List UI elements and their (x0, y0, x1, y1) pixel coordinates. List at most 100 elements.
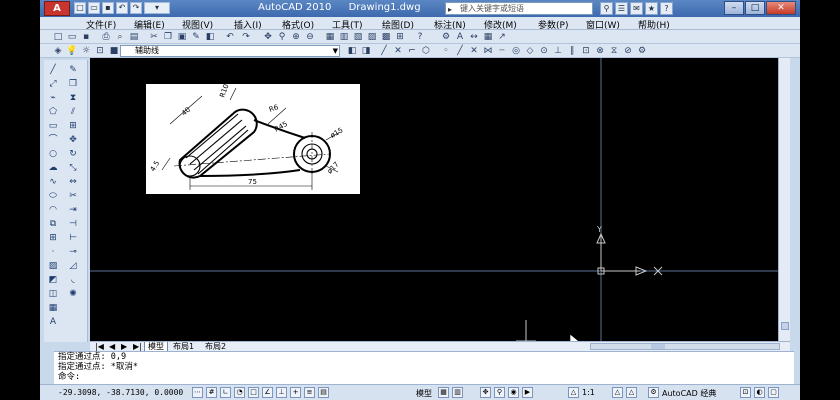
workspace-switch-icon[interactable]: ⚙ (648, 387, 659, 398)
explode-icon[interactable]: ✺ (66, 288, 80, 301)
isolate-objects-icon[interactable]: ◐ (754, 387, 765, 398)
copy-object-icon[interactable]: ❐ (66, 78, 80, 91)
ortho-toggle[interactable]: ∟ (220, 387, 231, 398)
move-icon[interactable]: ✥ (66, 134, 80, 147)
draw-ellipse-icon[interactable]: ⬭ (46, 190, 60, 203)
mirror-icon[interactable]: ⧗ (66, 92, 80, 105)
draw-spline-icon[interactable]: ∿ (46, 176, 60, 189)
snap-perpendicular-icon[interactable]: ⊥ (552, 45, 564, 57)
communication-icon[interactable]: ✉ (630, 2, 643, 15)
trim-icon[interactable]: ✂ (66, 190, 80, 203)
draw-polygon-icon[interactable]: ⬠ (46, 106, 60, 119)
erase-icon[interactable]: ✎ (66, 64, 80, 77)
offset-icon[interactable]: ⫽ (66, 106, 80, 119)
binoculars-icon[interactable]: ⚲ (600, 2, 613, 15)
draw-line-icon[interactable]: ╱ (46, 64, 60, 77)
drawing-canvas[interactable]: Y R10 R6 40 R45 ø15 ø17 4.5 75 (90, 58, 778, 341)
polar-toggle[interactable]: ◔ (234, 387, 245, 398)
snap-parallel-icon[interactable]: ∥ (566, 45, 578, 57)
horizontal-scroll-thumb[interactable] (651, 344, 665, 349)
save-icon[interactable]: ▪ (80, 31, 92, 43)
draw-circle-icon[interactable]: ○ (46, 148, 60, 161)
table-icon[interactable]: ▦ (46, 302, 60, 315)
command-line[interactable]: 指定通过点: 0,9 指定通过点: *取消* 命令: (54, 351, 794, 384)
draw-rectangle-icon[interactable]: ▭ (46, 120, 60, 133)
paste-icon[interactable]: ▣ (176, 31, 188, 43)
hatch-icon[interactable]: ▨ (46, 260, 60, 273)
snap-none-icon[interactable]: ⊘ (622, 45, 634, 57)
join-icon[interactable]: ⊸ (66, 246, 80, 259)
quick-view-layouts-icon[interactable]: ▦ (438, 387, 449, 398)
minimize-button[interactable]: – (724, 1, 744, 15)
model-space-label[interactable]: 模型 (416, 388, 432, 399)
horizontal-scrollbar[interactable] (590, 343, 780, 350)
match-properties-icon[interactable]: ✎ (190, 31, 202, 43)
sheet-set-icon[interactable]: ▨ (366, 31, 378, 43)
zoom-status-icon[interactable]: ⚲ (494, 387, 505, 398)
make-block-icon[interactable]: ⊞ (46, 232, 60, 245)
draw-xline-icon[interactable]: ⤢ (46, 78, 60, 91)
copy-icon[interactable]: ❐ (162, 31, 174, 43)
showmotion-icon[interactable]: ▶ (522, 387, 533, 398)
markup-icon[interactable]: ▩ (380, 31, 392, 43)
scale-icon[interactable]: ⤡ (66, 162, 80, 175)
pan-status-icon[interactable]: ✥ (480, 387, 491, 398)
extend-icon[interactable]: ⇥ (66, 204, 80, 217)
snap-center-icon[interactable]: ◎ (510, 45, 522, 57)
draw-point-icon[interactable]: · (46, 246, 60, 259)
quick-properties-toggle[interactable]: ▤ (318, 387, 329, 398)
zoom-previous-icon[interactable]: ⊖ (304, 31, 316, 43)
block-editor-icon[interactable]: ◧ (204, 31, 216, 43)
app-logo-button[interactable]: A (44, 1, 70, 16)
tool-palettes-icon[interactable]: ▧ (352, 31, 364, 43)
steeringwheel-icon[interactable]: ◉ (508, 387, 519, 398)
snap-tangent-icon[interactable]: ⊙ (538, 45, 550, 57)
draw-ellipse-arc-icon[interactable]: ◠ (46, 204, 60, 217)
auto-scale-icon[interactable]: △ (626, 387, 637, 398)
search-input[interactable]: ▸ 键入关键字或短语 (445, 2, 593, 15)
annotation-scale-value[interactable]: 1:1 (582, 388, 595, 397)
help-icon[interactable]: ? (660, 2, 673, 15)
annotation-visibility-icon[interactable]: △ (612, 387, 623, 398)
qnew-icon[interactable]: □ (52, 31, 64, 43)
vertical-scroll-thumb[interactable] (781, 322, 789, 330)
pan-icon[interactable]: ✥ (262, 31, 274, 43)
save-icon[interactable]: ▪ (102, 2, 114, 14)
mtext-icon[interactable]: A (46, 316, 60, 329)
dyn-toggle[interactable]: + (290, 387, 301, 398)
rotate-icon[interactable]: ↻ (66, 148, 80, 161)
lineweight-toggle[interactable]: ≡ (304, 387, 315, 398)
cut-icon[interactable]: ✂ (148, 31, 160, 43)
calculator-icon[interactable]: ⊞ (394, 31, 406, 43)
favorites-star-icon[interactable]: ★ (645, 2, 658, 15)
maximize-button[interactable]: □ (745, 1, 765, 15)
snap-insert-icon[interactable]: ⊡ (580, 45, 592, 57)
layer-dropdown[interactable]: 辅助线 ▼ (120, 45, 340, 57)
subscription-icon[interactable]: ☰ (615, 2, 628, 15)
layer-previous-icon[interactable]: ◨ (360, 45, 372, 57)
region-icon[interactable]: ◫ (46, 288, 60, 301)
vertical-scrollbar[interactable] (778, 58, 790, 341)
draw-arc-icon[interactable]: ⌒ (46, 134, 60, 147)
redo-icon[interactable]: ↷ (240, 31, 252, 43)
make-current-icon[interactable]: ◧ (346, 45, 358, 57)
design-center-icon[interactable]: ▥ (338, 31, 350, 43)
snap-midpoint-icon[interactable]: ╱ (454, 45, 466, 57)
undo-icon[interactable]: ↶ (116, 2, 128, 14)
draw-polyline-icon[interactable]: ⌁ (46, 92, 60, 105)
plot-icon[interactable]: ⎙ (100, 31, 112, 43)
ducs-toggle[interactable]: ⊥ (276, 387, 287, 398)
help-toolbar-icon[interactable]: ? (414, 31, 426, 43)
open-file-icon[interactable]: ▭ (88, 2, 100, 14)
osnap-settings-icon[interactable]: ⚙ (636, 45, 648, 57)
snap-mode-toggle[interactable]: ⋯ (192, 387, 203, 398)
osnap-toggle[interactable]: □ (248, 387, 259, 398)
workspace-name[interactable]: AutoCAD 经典 (662, 388, 716, 399)
plot-preview-icon[interactable]: ⌕ (114, 31, 126, 43)
snap-extension-icon[interactable]: ┄ (496, 45, 508, 57)
break-icon[interactable]: ⊢ (66, 232, 80, 245)
quick-access-dropdown[interactable]: ▾ (144, 2, 170, 14)
snap-apparent-icon[interactable]: ⋈ (482, 45, 494, 57)
open-icon[interactable]: ▭ (66, 31, 78, 43)
workspace-icon[interactable]: ⚙ (440, 31, 452, 43)
